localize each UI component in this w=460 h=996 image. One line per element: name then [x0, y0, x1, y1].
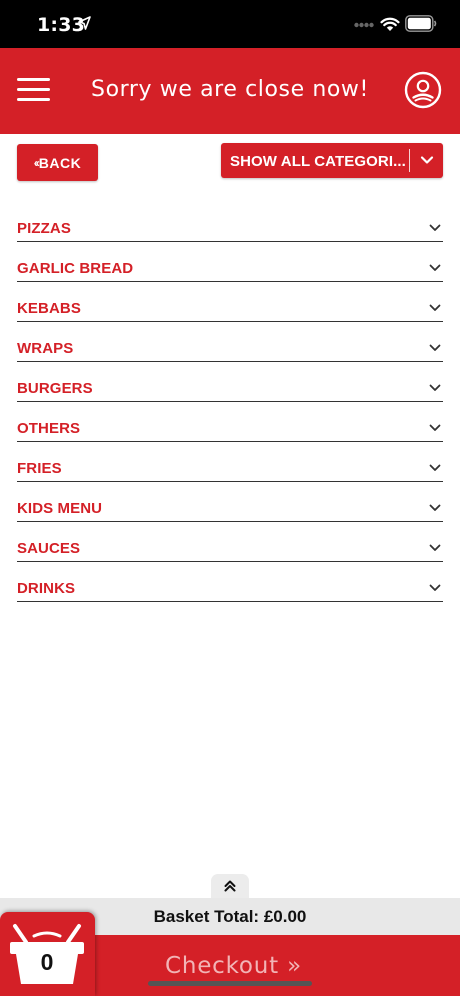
chevron-down-icon	[429, 464, 441, 471]
category-label: KEBABS	[17, 300, 81, 317]
category-label: FRIES	[17, 460, 62, 477]
category-filter-select[interactable]: SHOW ALL CATEGORI...	[221, 143, 443, 178]
category-item-sauces[interactable]: SAUCES	[17, 522, 443, 562]
back-button-label: BACK	[38, 154, 82, 171]
category-label: GARLIC BREAD	[17, 260, 134, 277]
category-label: WRAPS	[17, 340, 74, 357]
checkout-label: Checkout »	[165, 953, 302, 979]
double-chevron-left-icon: ‹‹	[33, 155, 40, 170]
status-bar: 1:33	[0, 0, 460, 48]
basket-item-count: 0	[40, 949, 54, 975]
category-label: DRINKS	[17, 580, 76, 597]
category-filter-value: SHOW ALL CATEGORI...	[230, 153, 406, 170]
category-label: SAUCES	[17, 540, 81, 557]
app-header: Sorry we are close now!	[0, 48, 460, 134]
chevron-down-icon	[429, 384, 441, 391]
chevron-down-icon	[429, 224, 441, 231]
home-indicator	[148, 981, 312, 986]
category-item-garlic-bread[interactable]: GARLIC BREAD	[17, 242, 443, 282]
chevron-down-icon	[429, 344, 441, 351]
chevron-down-icon	[429, 544, 441, 551]
category-list: PIZZAS GARLIC BREAD KEBABS WRAPS BURGERS…	[17, 202, 443, 602]
category-label: BURGERS	[17, 380, 93, 397]
chevron-down-icon	[420, 156, 434, 164]
wifi-icon	[380, 17, 400, 31]
back-button[interactable]: ‹‹ BACK	[17, 144, 98, 181]
category-item-fries[interactable]: FRIES	[17, 442, 443, 482]
basket-button[interactable]: 0	[0, 912, 95, 996]
select-divider	[409, 149, 410, 172]
chevron-down-icon	[429, 264, 441, 271]
battery-icon	[405, 15, 437, 32]
chevron-down-icon	[429, 424, 441, 431]
cellular-signal-icon	[354, 22, 374, 28]
scroll-to-top-button[interactable]	[211, 874, 249, 898]
chevron-down-icon	[429, 504, 441, 511]
category-item-pizzas[interactable]: PIZZAS	[17, 202, 443, 242]
category-item-wraps[interactable]: WRAPS	[17, 322, 443, 362]
page-title: Sorry we are close now!	[91, 77, 369, 102]
double-chevron-up-icon	[224, 880, 236, 892]
category-item-kebabs[interactable]: KEBABS	[17, 282, 443, 322]
category-label: KIDS MENU	[17, 500, 103, 517]
category-item-others[interactable]: OTHERS	[17, 402, 443, 442]
category-item-kids-menu[interactable]: KIDS MENU	[17, 482, 443, 522]
chevron-down-icon	[429, 304, 441, 311]
location-arrow-icon	[78, 16, 91, 30]
category-item-burgers[interactable]: BURGERS	[17, 362, 443, 402]
category-label: PIZZAS	[17, 220, 71, 237]
category-item-drinks[interactable]: DRINKS	[17, 562, 443, 602]
user-circle-icon[interactable]	[404, 71, 442, 109]
category-label: OTHERS	[17, 420, 81, 437]
chevron-down-icon	[429, 584, 441, 591]
